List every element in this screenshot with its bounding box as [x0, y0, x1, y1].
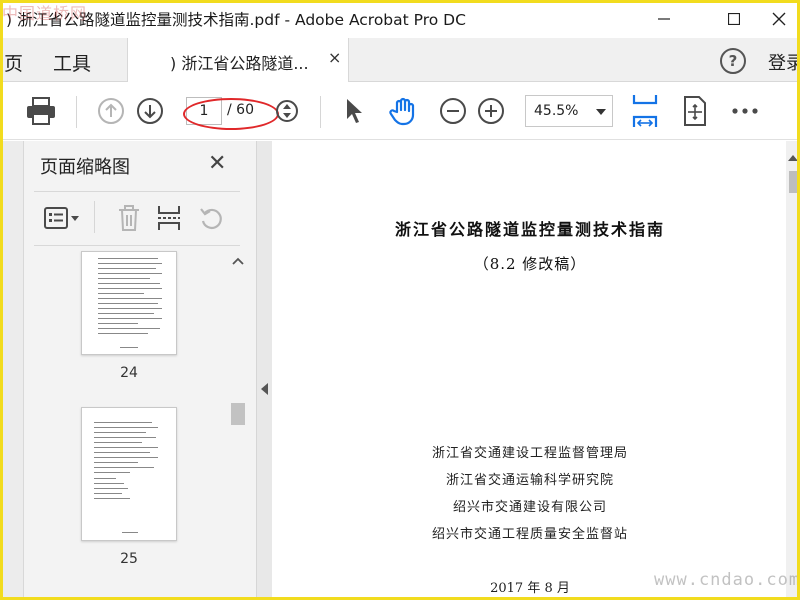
- page-nav-icon[interactable]: [270, 94, 304, 128]
- collapse-panel-icon[interactable]: [261, 383, 268, 395]
- maximize-icon: [728, 13, 740, 25]
- delete-icon[interactable]: [112, 201, 146, 235]
- panel-splitter[interactable]: [256, 141, 272, 600]
- document-title: 浙江省公路隧道监控量测技术指南: [394, 220, 665, 239]
- tab-document-label: ) 浙江省公路隧道...: [170, 54, 309, 73]
- zoom-out-icon[interactable]: [436, 94, 470, 128]
- title-bar: ) 浙江省公路隧道监控量测技术指南.pdf - Adobe Acrobat Pr…: [0, 0, 800, 38]
- annotation-ellipse: [183, 98, 279, 130]
- thumbnail-toolbar: [24, 193, 256, 245]
- page-number-label: 25: [120, 551, 138, 567]
- thumbnails-panel: 页面缩略图 ✕ 24 25: [24, 141, 256, 600]
- page-thumbnail[interactable]: [81, 251, 177, 355]
- toolbar-divider: [94, 201, 95, 233]
- hand-icon[interactable]: [386, 94, 420, 128]
- tab-tools[interactable]: 工具: [53, 49, 91, 76]
- toolbar: 1 / 60 45.5%: [0, 82, 800, 140]
- document-scrollbar[interactable]: [786, 141, 800, 600]
- zoom-select[interactable]: 45.5%: [525, 95, 613, 127]
- divider: [34, 245, 240, 246]
- help-icon[interactable]: ?: [720, 48, 746, 74]
- scrollbar-thumb[interactable]: [231, 403, 245, 425]
- organization-line: 浙江省交通建设工程监督管理局: [431, 446, 628, 461]
- sign-in-link[interactable]: 登录: [768, 49, 800, 75]
- page-thumbnail[interactable]: [81, 407, 177, 541]
- fit-page-icon[interactable]: [628, 94, 662, 128]
- tab-home[interactable]: 页: [4, 49, 23, 76]
- chevron-down-icon: [596, 109, 606, 115]
- toolbar-divider: [320, 96, 321, 128]
- scroll-mode-icon[interactable]: [678, 94, 712, 128]
- maximize-button[interactable]: [706, 0, 762, 38]
- organization-line: 绍兴市交通工程质量安全监督站: [431, 527, 628, 542]
- thumbnails-close-button[interactable]: ✕: [208, 151, 226, 176]
- scroll-up-icon[interactable]: [788, 155, 798, 161]
- organization-line: 绍兴市交通建设有限公司: [452, 500, 607, 515]
- divider: [34, 191, 240, 192]
- organization-line: 浙江省交通运输科学研究院: [445, 473, 614, 488]
- minimize-button[interactable]: [636, 0, 692, 38]
- watermark-bottom-right: www.cndao.com: [654, 570, 800, 590]
- rotate-icon[interactable]: [194, 201, 228, 235]
- page-number-label: 24: [120, 365, 138, 381]
- thumbnails-title: 页面缩略图: [40, 157, 130, 178]
- toolbar-divider: [76, 96, 77, 128]
- page-down-icon[interactable]: [133, 94, 167, 128]
- document-subtitle: （8.2 修改稿）: [473, 255, 587, 273]
- close-icon: [772, 12, 786, 26]
- insert-page-icon[interactable]: [152, 201, 186, 235]
- scroll-up-icon[interactable]: [232, 257, 244, 265]
- more-icon[interactable]: [728, 94, 762, 128]
- minimize-icon: [658, 18, 670, 20]
- left-nav-strip[interactable]: [0, 141, 24, 600]
- tab-close-button[interactable]: ×: [328, 48, 341, 67]
- tab-document[interactable]: ) 浙江省公路隧道... ×: [127, 38, 349, 82]
- tab-bar: 页 工具 ) 浙江省公路隧道... × ? 登录: [0, 38, 800, 82]
- page-up-icon[interactable]: [94, 94, 128, 128]
- zoom-value: 45.5%: [534, 103, 579, 119]
- print-icon[interactable]: [24, 94, 58, 128]
- watermark-top-left: 中国道桥网: [2, 4, 88, 23]
- zoom-in-icon[interactable]: [474, 94, 508, 128]
- close-window-button[interactable]: [758, 0, 800, 38]
- scrollbar-thumb[interactable]: [789, 171, 797, 193]
- document-view: 浙江省公路隧道监控量测技术指南 （8.2 修改稿） 浙江省交通建设工程监督管理局…: [272, 141, 800, 600]
- thumbnail-options-icon[interactable]: [42, 201, 82, 235]
- thumbnails-scrollbar[interactable]: [228, 251, 248, 600]
- select-cursor-icon[interactable]: [338, 94, 372, 128]
